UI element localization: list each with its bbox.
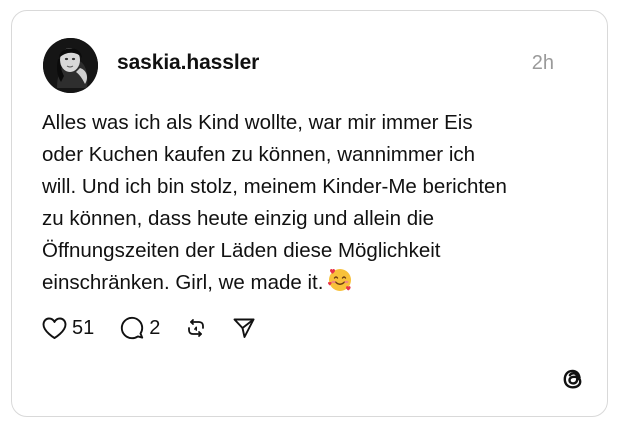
heart-icon xyxy=(42,317,67,339)
post-timestamp: 2h xyxy=(531,52,554,74)
repost-button[interactable] xyxy=(184,316,208,340)
post-actions: 51 2 xyxy=(42,313,256,343)
speech-bubble-icon xyxy=(121,316,144,340)
repost-icon xyxy=(188,319,205,337)
smiling-face-with-hearts-icon xyxy=(327,267,353,303)
post-text-line-last: einschränken. Girl, we made it. xyxy=(42,267,582,303)
share-button[interactable] xyxy=(232,316,256,340)
post-text-line: Öffnungszeiten der Läden diese Möglichke… xyxy=(42,239,441,262)
reply-button[interactable]: 2 xyxy=(120,316,160,340)
avatar-image xyxy=(43,38,98,93)
threads-logo-icon xyxy=(560,365,586,393)
like-count: 51 xyxy=(72,316,95,339)
threads-post-card: saskia.hassler 2h Alles was ich als Kind… xyxy=(11,10,608,417)
post-text-line: oder Kuchen kaufen zu können, wannimmer … xyxy=(42,143,476,166)
username[interactable]: saskia.hassler xyxy=(117,51,259,75)
post-text-line: zu können, dass heute einzig und allein … xyxy=(42,207,435,230)
reply-count: 2 xyxy=(149,316,161,339)
avatar[interactable] xyxy=(43,38,98,93)
paper-plane-icon xyxy=(233,318,255,338)
post-text-line: will. Und ich bin stolz, meinem Kinder-M… xyxy=(42,175,507,198)
post-text-line: einschränken. Girl, we made it. xyxy=(42,271,324,294)
like-button[interactable]: 51 xyxy=(42,317,94,340)
post-body: Alles was ich als Kind wollte, war mir i… xyxy=(42,107,582,303)
post-text-line: Alles was ich als Kind wollte, war mir i… xyxy=(42,111,473,134)
